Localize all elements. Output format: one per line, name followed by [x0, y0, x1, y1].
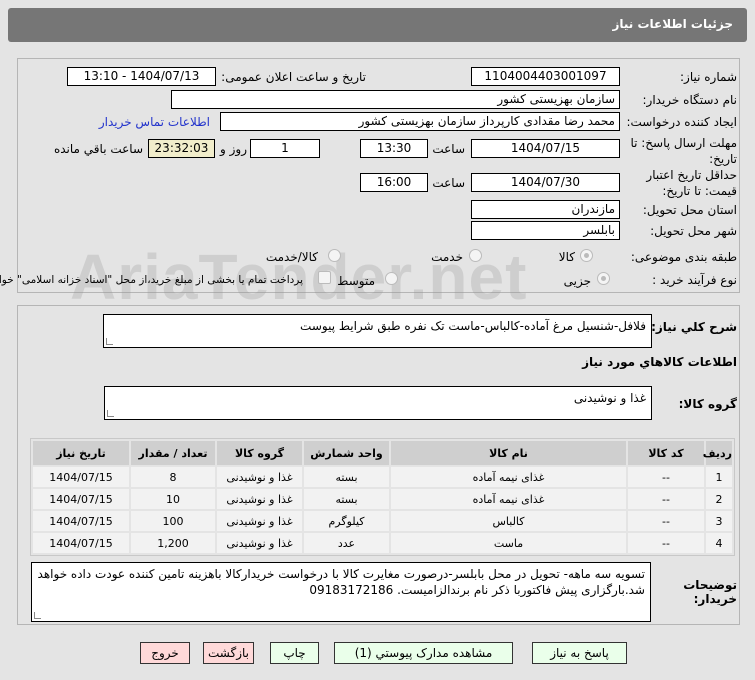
category-option-goods: کالا	[558, 250, 575, 264]
city-field[interactable]: بابلسر	[471, 221, 620, 240]
goods-heading: اطلاعات کالاهاي مورد نیاز	[582, 355, 737, 369]
page-header: جزئیات اطلاعات نیاز	[8, 8, 747, 42]
cell: غذای نیمه آماده	[391, 467, 626, 487]
province-label: استان محل تحویل:	[642, 203, 737, 217]
table-row: 2 -- غذای نیمه آماده بسته غذا و نوشیدنی 10 140…	[33, 489, 732, 509]
cell: غذا و نوشیدنی	[217, 511, 302, 531]
cell: غذای نیمه آماده	[391, 489, 626, 509]
cell: غذا و نوشیدنی	[217, 467, 302, 487]
description-label: شرح کلي نیاز:	[651, 320, 737, 334]
treasury-payment-note: پرداخت تمام یا بخشی از مبلغ خرید،از محل …	[0, 274, 303, 286]
table-header-row: ردیف کد کالا نام کالا واحد شمارش گروه کا…	[33, 441, 732, 465]
category-radio-goods[interactable]	[580, 249, 593, 262]
group-textarea[interactable]: غذا و نوشیدنی	[104, 386, 652, 420]
validity-date-field[interactable]: 1404/07/30	[471, 173, 620, 192]
exit-button[interactable]: خروج	[140, 642, 190, 664]
cell: 10	[131, 489, 215, 509]
col-date: تاریخ نیاز	[33, 441, 129, 465]
cell: --	[628, 489, 704, 509]
col-qty: تعداد / مقدار	[131, 441, 215, 465]
cell: غذا و نوشیدنی	[217, 533, 302, 553]
deadline-label: مهلت ارسال پاسخ: تا	[630, 136, 737, 150]
buyer-notes-label: توضیحات خریدار:	[683, 578, 737, 606]
table-row: 1 -- غذای نیمه آماده بسته غذا و نوشیدنی 8 1404…	[33, 467, 732, 487]
cell: --	[628, 533, 704, 553]
need-number-field[interactable]: 1104004403001097	[471, 67, 620, 86]
cell: کالباس	[391, 511, 626, 531]
process-option-medium: متوسط	[337, 274, 375, 288]
col-group: گروه کالا	[217, 441, 302, 465]
deadline-label-2: تاریخ:	[709, 152, 737, 166]
process-radio-minor[interactable]	[597, 272, 610, 285]
cell: 4	[706, 533, 732, 553]
cell: 1404/07/15	[33, 511, 129, 531]
deadline-time-field[interactable]: 13:30	[360, 139, 428, 158]
treasury-payment-checkbox[interactable]	[318, 271, 331, 284]
days-field[interactable]: 1	[250, 139, 320, 158]
cell: ماست	[391, 533, 626, 553]
col-row: ردیف	[703, 441, 732, 465]
table-row: 3 -- کالباس کیلوگرم غذا و نوشیدنی 100 1404/07/…	[33, 511, 732, 531]
city-label: شهر محل تحویل:	[650, 224, 737, 238]
cell: کیلوگرم	[304, 511, 389, 531]
cell: --	[628, 467, 704, 487]
announce-label: تاریخ و ساعت اعلان عمومی:	[221, 70, 366, 84]
cell: --	[628, 511, 704, 531]
validity-label-2: قیمت: تا تاریخ:	[662, 184, 737, 198]
goods-table: ردیف کد کالا نام کالا واحد شمارش گروه کا…	[30, 438, 735, 556]
view-attachments-button[interactable]: مشاهده مدارک پیوستي (1)	[334, 642, 513, 664]
validity-time-label: ساعت	[432, 176, 465, 190]
cell: 3	[706, 511, 732, 531]
buyer-org-label: نام دستگاه خریدار:	[642, 93, 738, 107]
category-option-service: خدمت	[431, 250, 463, 264]
remaining-time-field: 23:32:03	[148, 139, 215, 158]
need-number-label: شماره نیاز:	[680, 70, 737, 84]
process-label: نوع فرآیند خرید :	[652, 273, 737, 287]
category-radio-goods-service[interactable]	[328, 249, 341, 262]
creator-label: ایجاد کننده درخواست:	[626, 115, 737, 129]
cell: 1404/07/15	[33, 489, 129, 509]
cell: غذا و نوشیدنی	[217, 489, 302, 509]
reply-button[interactable]: پاسخ به نیاز	[532, 642, 627, 664]
buyer-notes-textarea[interactable]: تسویه سه ماهه- تحویل در محل بابلسر-درصور…	[31, 562, 651, 622]
creator-field[interactable]: محمد رضا مقدادی کارپرداز سازمان بهزیستی …	[220, 112, 620, 131]
process-radio-medium[interactable]	[385, 272, 398, 285]
cell: بسته	[304, 489, 389, 509]
category-radio-service[interactable]	[469, 249, 482, 262]
col-unit: واحد شمارش	[304, 441, 389, 465]
cell: 1404/07/15	[33, 533, 129, 553]
process-option-minor: جزیی	[563, 274, 591, 288]
cell: 100	[131, 511, 215, 531]
cell: بسته	[304, 467, 389, 487]
table-row: 4 -- ماست عدد غذا و نوشیدنی 1,200 1404/07/15	[33, 533, 732, 553]
page-title: جزئیات اطلاعات نیاز	[612, 17, 733, 31]
description-textarea[interactable]: فلافل-شنسیل مرغ آماده-کالباس-ماست تک نفر…	[103, 314, 652, 348]
province-field[interactable]: مازندران	[471, 200, 620, 219]
deadline-date-field[interactable]: 1404/07/15	[471, 139, 620, 158]
cell: عدد	[304, 533, 389, 553]
group-label: گروه کالا:	[678, 397, 737, 411]
cell: 8	[131, 467, 215, 487]
back-button[interactable]: بازگشت	[203, 642, 254, 664]
col-name: نام کالا	[391, 441, 626, 465]
deadline-time-label: ساعت	[432, 142, 465, 156]
days-label: روز و	[220, 142, 247, 156]
cell: 1,200	[131, 533, 215, 553]
announce-datetime-field[interactable]: 1404/07/13 - 13:10	[67, 67, 216, 86]
cell: 1404/07/15	[33, 467, 129, 487]
print-button[interactable]: چاپ	[270, 642, 319, 664]
contact-buyer-link[interactable]: اطلاعات تماس خریدار	[99, 115, 210, 129]
cell: 2	[706, 489, 732, 509]
validity-label: حداقل تاریخ اعتبار	[646, 168, 737, 182]
buyer-org-field[interactable]: سازمان بهزیستی کشور	[171, 90, 620, 109]
category-option-goods-service: کالا/خدمت	[265, 250, 318, 264]
validity-time-field[interactable]: 16:00	[360, 173, 428, 192]
category-label: طبقه بندی موضوعی:	[630, 250, 737, 264]
col-code: کد کالا	[628, 441, 704, 465]
remaining-label: ساعت باقي مانده	[53, 142, 143, 156]
cell: 1	[706, 467, 732, 487]
